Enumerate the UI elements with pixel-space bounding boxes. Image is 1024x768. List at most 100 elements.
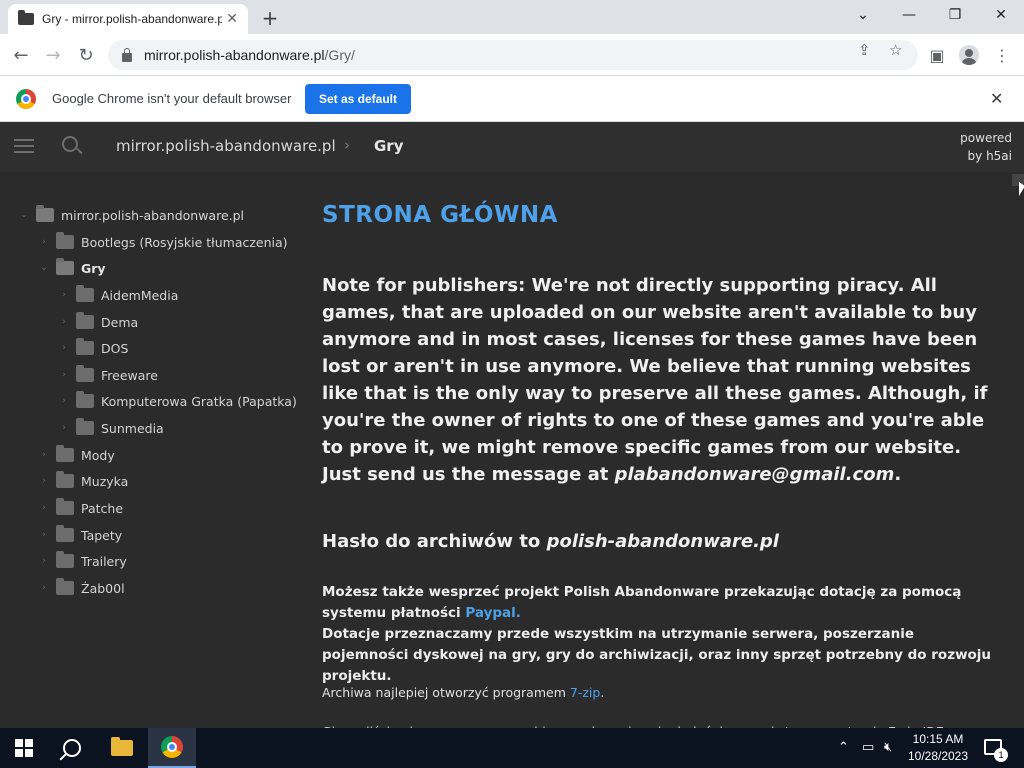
breadcrumb-separator-icon: › [344, 136, 350, 154]
donate-text: Możesz także wesprzeć projekt Polish Aba… [322, 584, 962, 621]
chrome-taskbar-button[interactable] [148, 728, 196, 768]
collapsed-chevron-icon[interactable]: › [58, 370, 70, 380]
archive-password: Hasło do archiwów to polish-abandonware.… [322, 531, 779, 552]
folder-icon [56, 498, 74, 515]
collapsed-chevron-icon[interactable]: › [38, 556, 50, 566]
tree-node[interactable]: › Bootlegs (Rosyjskie tłumaczenia) [38, 231, 288, 253]
side-panel-icon[interactable]: ▣ [926, 44, 948, 66]
search-icon[interactable] [62, 136, 78, 152]
tray-chevron-icon[interactable]: ⌃ [838, 740, 849, 755]
taskbar-search-button[interactable] [48, 728, 96, 768]
password-prefix: Hasło do archiwów to [322, 531, 547, 552]
folder-icon [111, 737, 133, 756]
donate-text-2: Dotacje przeznaczamy przede wszystkim na… [322, 626, 992, 684]
hamburger-menu-icon[interactable] [14, 139, 34, 153]
url-text: mirror.polish-abandonware.pl/Gry/ [144, 47, 355, 63]
folder-icon [76, 418, 94, 435]
forward-arrow-icon[interactable]: → [40, 42, 66, 68]
new-tab-button[interactable]: + [258, 6, 282, 30]
collapsed-chevron-icon[interactable]: › [38, 476, 50, 486]
folder-icon [18, 10, 34, 25]
tab-search-chevron-icon[interactable]: ⌄ [840, 0, 886, 30]
bookmark-star-icon[interactable]: ☆ [889, 41, 902, 59]
collapsed-chevron-icon[interactable]: › [38, 503, 50, 513]
tree-node[interactable]: › Freeware [58, 364, 158, 386]
infobar-close-icon[interactable]: ✕ [990, 89, 1003, 108]
collapsed-chevron-icon[interactable]: › [38, 583, 50, 593]
tab-strip: Gry - mirror.polish-abandonware.pl/Gry/ … [0, 0, 1024, 34]
start-button[interactable] [0, 728, 48, 768]
folder-icon [56, 232, 74, 249]
network-icon[interactable]: ▭ [862, 740, 874, 755]
collapsed-chevron-icon[interactable]: › [38, 450, 50, 460]
collapsed-chevron-icon[interactable]: › [38, 530, 50, 540]
collapsed-chevron-icon[interactable]: › [58, 423, 70, 433]
expanded-chevron-icon[interactable]: ⌄ [38, 263, 50, 273]
back-arrow-icon[interactable]: ← [8, 42, 34, 68]
share-icon[interactable]: ⇪ [858, 41, 871, 59]
collapsed-chevron-icon[interactable]: › [58, 343, 70, 353]
donation-paragraph: Możesz także wesprzeć projekt Polish Aba… [322, 582, 1002, 687]
infobar-message: Google Chrome isn't your default browser [52, 91, 292, 106]
collapsed-chevron-icon[interactable]: › [58, 396, 70, 406]
reload-icon[interactable]: ↻ [73, 42, 99, 68]
browser-tab[interactable]: Gry - mirror.polish-abandonware.pl/Gry/ … [8, 4, 248, 34]
expanded-chevron-icon[interactable]: ⌄ [18, 210, 30, 220]
lock-icon[interactable] [122, 47, 132, 62]
tree-node-root[interactable]: ⌄ mirror.polish-abandonware.pl [18, 204, 244, 226]
address-bar[interactable]: mirror.polish-abandonware.pl/Gry/ [108, 40, 918, 70]
mouse-cursor-icon [1019, 182, 1024, 196]
set-as-default-button[interactable]: Set as default [305, 84, 411, 114]
folder-icon [56, 551, 74, 568]
tree-node[interactable]: › Dema [58, 311, 138, 333]
page-heading: STRONA GŁÓWNA [322, 202, 558, 228]
tree-label: DOS [101, 340, 129, 356]
collapsed-chevron-icon[interactable]: › [38, 237, 50, 247]
tree-label: Muzyka [81, 473, 129, 489]
menu-dots-icon[interactable]: ⋮ [991, 44, 1013, 66]
file-explorer-button[interactable] [98, 728, 146, 768]
note-end: . [894, 464, 902, 485]
profile-button[interactable] [958, 44, 980, 66]
tree-node[interactable]: › Mody [38, 444, 115, 466]
system-clock[interactable]: 10:15 AM 10/28/2023 [900, 731, 976, 765]
breadcrumb-current[interactable]: Gry [374, 137, 404, 155]
tree-node[interactable]: › Trailery [38, 550, 127, 572]
paypal-link[interactable]: Paypal. [465, 605, 521, 621]
collapsed-chevron-icon[interactable]: › [58, 317, 70, 327]
tree-node[interactable]: › Patche [38, 497, 123, 519]
minimize-icon[interactable]: — [886, 0, 932, 30]
clock-time: 10:15 AM [912, 732, 964, 746]
powered-by-link[interactable]: powered by h5ai [950, 129, 1012, 165]
folder-icon [36, 205, 54, 222]
password-value: polish-abandonware.pl [546, 531, 779, 552]
tree-node[interactable]: › Komputerowa Gratka (Papatka) [58, 390, 297, 412]
tree-label: Freeware [101, 367, 158, 383]
browser-toolbar: ← → ↻ mirror.polish-abandonware.pl/Gry/ … [0, 34, 1024, 76]
folder-icon [56, 445, 74, 462]
tree-label: Bootlegs (Rosyjskie tłumaczenia) [81, 234, 288, 250]
tree-label: Patche [81, 500, 124, 516]
tab-close-icon[interactable]: ✕ [226, 11, 238, 27]
tree-node-current[interactable]: ⌄ Gry [38, 257, 106, 279]
folder-icon [56, 578, 74, 595]
restore-icon[interactable]: ❐ [932, 0, 978, 30]
tree-label: Mody [81, 447, 115, 463]
breadcrumb-root[interactable]: mirror.polish-abandonware.pl [116, 137, 336, 155]
tree-node[interactable]: › Sunmedia [58, 417, 164, 439]
7zip-link[interactable]: 7-zip [570, 685, 600, 700]
folder-icon [56, 258, 74, 275]
tree-node[interactable]: › Żab00l [38, 577, 125, 599]
folder-icon [56, 471, 74, 488]
collapsed-chevron-icon[interactable]: › [58, 290, 70, 300]
tree-node[interactable]: › Muzyka [38, 470, 128, 492]
tree-label: Żab00l [81, 580, 125, 596]
tree-label: AidemMedia [101, 287, 179, 303]
folder-icon [76, 312, 94, 329]
tree-node[interactable]: › DOS [58, 337, 128, 359]
volume-muted-icon[interactable]: 🔇︎ [884, 740, 892, 755]
window-close-icon[interactable]: ✕ [978, 0, 1024, 30]
tree-node[interactable]: › AidemMedia [58, 284, 178, 306]
tree-node[interactable]: › Tapety [38, 524, 122, 546]
h5ai-page: mirror.polish-abandonware.pl › Gry power… [0, 122, 1024, 728]
